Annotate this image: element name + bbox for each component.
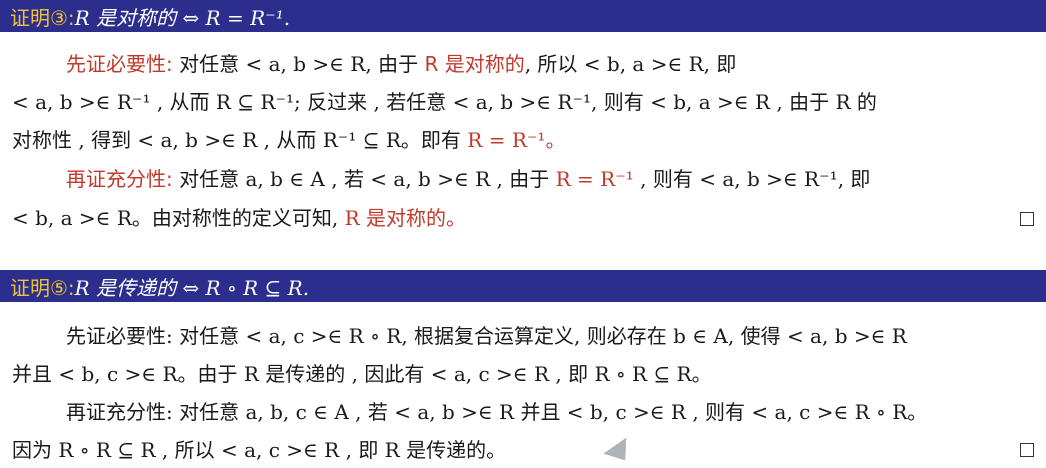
proof3-line1: 先证必要性: 对任意 < a, b >∈ R, 由于 R 是对称的, 所以 < … — [66, 50, 1036, 78]
proof3-line1-highlight: R 是对称的 — [424, 52, 525, 76]
proof3-title: R 是对称的 ⇔ R = R⁻¹. — [74, 5, 291, 30]
proof3-banner: 证明③: R 是对称的 ⇔ R = R⁻¹. — [0, 0, 1046, 32]
qed-square-icon — [1020, 212, 1034, 226]
proof5-banner: 证明⑤: R 是传递的 ⇔ R ∘ R ⊆ R. — [0, 270, 1046, 302]
proof3-label: 证明③: — [10, 5, 75, 30]
proof3-line4: 再证充分性: 对任意 a, b ∈ A , 若 < a, b >∈ R , 由于… — [66, 165, 1036, 193]
proof5-label: 证明⑤: — [10, 275, 75, 300]
proof3-line2: < a, b >∈ R⁻¹ , 从而 R ⊆ R⁻¹; 反过来 , 若任意 < … — [12, 90, 877, 114]
qed-square-icon — [1020, 443, 1034, 457]
proof3-line3-highlight: R = R⁻¹。 — [467, 128, 566, 152]
proof3-line5: < b, a >∈ R。由对称性的定义可知, R 是对称的。 — [12, 204, 1036, 232]
proof5-line4: 因为 R ∘ R ⊆ R , 所以 < a, c >∈ R , 即 R 是传递的… — [12, 438, 507, 462]
proof5-line1: 先证必要性: 对任意 < a, c >∈ R ∘ R, 根据复合运算定义, 则必… — [66, 324, 907, 348]
proof3-line1-tail: , 所以 < b, a >∈ R, 即 — [524, 52, 737, 76]
proof3-necessity-heading: 先证必要性: — [66, 52, 173, 76]
proof3-line1-text: 对任意 < a, b >∈ R, 由于 — [179, 52, 419, 76]
proof3-line3: 对称性 , 得到 < a, b >∈ R , 从而 R⁻¹ ⊆ R。即有 R =… — [12, 126, 1036, 154]
proof5-line3: 再证充分性: 对任意 a, b, c ∈ A , 若 < a, b >∈ R 并… — [66, 400, 928, 424]
proof3-sufficiency-heading: 再证充分性: — [66, 167, 173, 191]
proof3-line5-highlight: R 是对称的。 — [344, 206, 467, 230]
proof3-line4-highlight: R = R⁻¹ — [555, 167, 634, 191]
proof3-line3-text: 对称性 , 得到 < a, b >∈ R , 从而 R⁻¹ ⊆ R。即有 — [12, 128, 461, 152]
proof3-line4-text: 对任意 a, b ∈ A , 若 < a, b >∈ R , 由于 — [179, 167, 550, 191]
proof5-line2: 并且 < b, c >∈ R。由于 R 是传递的 , 因此有 < a, c >∈… — [12, 362, 712, 386]
proof3-line5-text: < b, a >∈ R。由对称性的定义可知, — [12, 206, 339, 230]
proof5-title: R 是传递的 ⇔ R ∘ R ⊆ R. — [74, 275, 310, 300]
proof3-line4-tail: , 则有 < a, b >∈ R⁻¹, 即 — [640, 167, 871, 191]
